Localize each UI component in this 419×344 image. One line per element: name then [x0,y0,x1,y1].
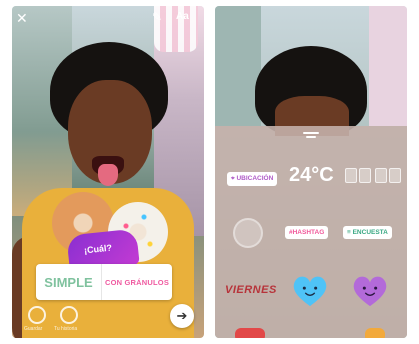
sticker-tray[interactable]: ⌖ UBICACIÓN 24°C #HASHTAG ≡ ENCUESTA VIE… [215,126,407,338]
poll-option-simple[interactable]: SIMPLE [36,264,102,300]
save-icon[interactable] [28,306,46,324]
close-icon[interactable]: ✕ [16,10,28,27]
location-sticker[interactable]: ⌖ UBICACIÓN [227,172,278,186]
poll-sticker[interactable]: SIMPLE CON GRÁNULOS [36,264,172,300]
send-button[interactable]: ➔ [170,304,194,328]
time-sticker-digit[interactable] [345,168,357,183]
purple-heart-sticker[interactable] [351,274,389,308]
poll-sticker[interactable]: ≡ ENCUESTA [343,226,392,239]
time-sticker-digit[interactable] [375,168,387,183]
save-label: Guardar [24,326,43,332]
selfie-sticker[interactable] [233,218,263,248]
tray-handle[interactable] [303,132,319,134]
arrow-right-icon: ➔ [176,308,188,323]
temperature-sticker[interactable]: 24°C [289,164,334,187]
more-stickers-row [215,322,407,338]
pen-icon[interactable]: ✎ [152,10,162,24]
hashtag-sticker[interactable]: #HASHTAG [285,226,329,239]
storefront-right [369,6,407,126]
time-sticker-digit[interactable] [389,168,401,183]
orange-sticker[interactable] [365,328,385,338]
poll-option-granulos[interactable]: CON GRÁNULOS [102,264,172,300]
sticker-tray-screen: ⌖ UBICACIÓN 24°C #HASHTAG ≡ ENCUESTA VIE… [215,6,407,338]
tray-handle-lower [306,136,316,138]
story-editor-screen: ¡Cuál? SIMPLE CON GRÁNULOS ✕ ✎ Aa Guarda… [12,6,204,338]
storefront-left [215,6,261,126]
time-sticker-digit[interactable] [359,168,371,183]
person-tongue [98,164,118,186]
viernes-sticker[interactable]: VIERNES [225,284,277,296]
text-tool-icon[interactable]: Aa [176,11,189,22]
your-story-label: Tu historia [54,326,78,332]
red-sticker[interactable] [235,328,265,338]
blue-heart-sticker[interactable] [291,274,329,308]
your-story-icon[interactable] [60,306,78,324]
